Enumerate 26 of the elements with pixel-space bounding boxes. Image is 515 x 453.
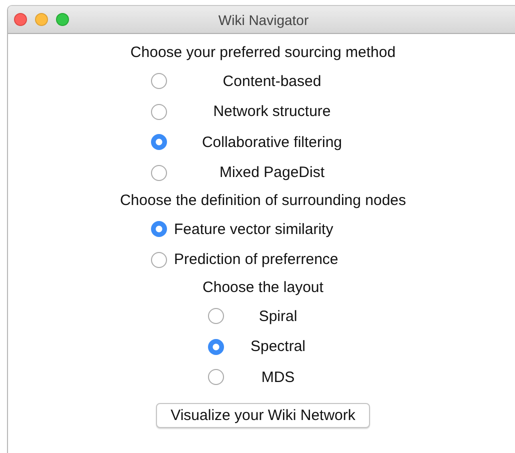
radio-label[interactable]: Feature vector similarity [174, 220, 334, 238]
section-heading: Choose the definition of surrounding nodes [120, 191, 406, 211]
radio-button[interactable] [208, 338, 224, 355]
section-heading: Choose the layout [202, 278, 324, 298]
radio-button[interactable] [151, 252, 167, 268]
radio-label[interactable]: Prediction of preferrence [174, 251, 338, 268]
radio-label[interactable]: MDS [230, 368, 326, 386]
radio-label[interactable]: Spiral [230, 308, 326, 325]
window-title: Wiki Navigator [218, 12, 309, 28]
radio-label[interactable]: Content-based [172, 72, 372, 90]
radio-button[interactable] [151, 134, 167, 150]
section-heading: Choose your preferred sourcing method [130, 43, 396, 63]
radio-button[interactable] [208, 369, 224, 386]
visualize-button[interactable]: Visualize your Wiki Network [156, 402, 370, 428]
radio-label[interactable]: Spectral [230, 338, 326, 356]
radio-label[interactable]: Collaborative filtering [172, 134, 372, 151]
radio-button[interactable] [151, 221, 167, 238]
minimize-icon[interactable] [35, 13, 48, 26]
close-icon[interactable] [14, 13, 27, 26]
radio-button[interactable] [208, 308, 224, 324]
zoom-icon[interactable] [56, 13, 69, 26]
radio-label[interactable]: Mixed PageDist [172, 164, 372, 182]
radio-button[interactable] [151, 73, 167, 90]
radio-button[interactable] [151, 164, 167, 181]
radio-label[interactable]: Network structure [172, 103, 372, 120]
radio-button[interactable] [151, 104, 167, 120]
